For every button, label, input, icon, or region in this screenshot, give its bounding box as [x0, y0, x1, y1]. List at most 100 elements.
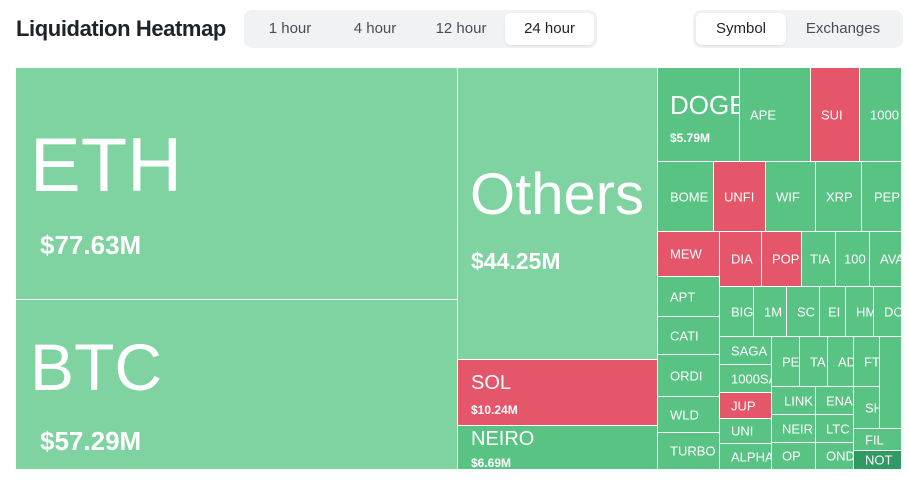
- tile-neir[interactable]: NEIR: [772, 415, 816, 443]
- tile-symbol: PE: [782, 354, 800, 369]
- tile-ordi[interactable]: ORDI: [658, 355, 720, 397]
- tile-symbol: BOME: [670, 189, 709, 204]
- tile-ava[interactable]: AVA: [870, 232, 902, 287]
- tile-symbol: PEPE: [874, 189, 901, 204]
- tile-fil[interactable]: FIL: [854, 429, 902, 451]
- time-option-1h[interactable]: 1 hour: [247, 13, 333, 45]
- liquidation-heatmap: ETH $77.63M BTC $57.29M Others $44.25M S…: [16, 68, 902, 470]
- tile-sol[interactable]: SOL $10.24M: [458, 360, 658, 426]
- tile-do[interactable]: DO: [874, 287, 902, 337]
- tile-1m[interactable]: 1M: [754, 287, 787, 337]
- tile-pepe[interactable]: PEPE: [862, 162, 902, 232]
- tile-ena[interactable]: ENA: [816, 387, 854, 415]
- tile-symbol: NOT: [865, 452, 893, 468]
- tile-symbol: WLD: [670, 407, 699, 422]
- tile-symbol: NEIRO: [471, 428, 535, 450]
- tile-op[interactable]: OP: [772, 443, 816, 470]
- tile-symbol: MEW: [670, 246, 702, 262]
- tile-symbol: WIF: [776, 189, 800, 204]
- tile-symbol: APE: [750, 107, 777, 122]
- view-mode-selector: Symbol Exchanges: [693, 10, 903, 48]
- tile-turbo[interactable]: TURBO: [658, 433, 720, 470]
- tile-symbol: CATI: [670, 328, 699, 343]
- time-option-4h[interactable]: 4 hour: [333, 13, 417, 45]
- tile-neiro[interactable]: NEIRO $6.69M: [458, 426, 658, 470]
- tile-sh[interactable]: SH: [854, 387, 880, 429]
- tile-symbol: DIA: [731, 251, 753, 267]
- tile-pop[interactable]: POP: [762, 232, 802, 287]
- tile-doge[interactable]: DOGE $5.79M: [658, 68, 740, 162]
- tile-apt[interactable]: APT: [658, 277, 720, 317]
- tile-btc[interactable]: BTC $57.29M: [16, 300, 458, 470]
- tile-symbol: SH: [865, 400, 879, 415]
- view-option-exchanges[interactable]: Exchanges: [786, 13, 900, 45]
- tile-not[interactable]: NOT: [854, 451, 902, 470]
- tile-symbol: SUI: [821, 107, 843, 122]
- tile-symbol: FIL: [865, 432, 884, 447]
- tile-symbol: OP: [782, 448, 801, 464]
- tile-symbol: Others: [470, 162, 645, 227]
- tile-jup[interactable]: JUP: [720, 393, 772, 419]
- time-option-24h[interactable]: 24 hour: [505, 13, 594, 45]
- tile-uni[interactable]: UNI: [720, 419, 772, 444]
- tile-symbol: LTC: [826, 421, 850, 436]
- tile-symbol: JUP: [731, 398, 756, 413]
- tile-ad[interactable]: AD: [828, 337, 854, 387]
- tile-link[interactable]: LINK: [772, 387, 816, 415]
- tile-symbol: OND: [826, 448, 854, 464]
- tile-big[interactable]: BIG: [720, 287, 754, 337]
- tile-value: $57.29M: [40, 426, 142, 456]
- time-range-selector: 1 hour 4 hour 12 hour 24 hour: [244, 10, 597, 48]
- tile-hm[interactable]: HM: [846, 287, 874, 337]
- tile-symbol: BTC: [30, 330, 162, 404]
- tile-symbol: 100: [844, 251, 866, 267]
- tile-100[interactable]: 100: [836, 232, 870, 287]
- tile-cati[interactable]: CATI: [658, 317, 720, 355]
- tile-value: $44.25M: [471, 248, 561, 274]
- tile-wif[interactable]: WIF: [766, 162, 816, 232]
- tile-symbol: APT: [670, 289, 696, 304]
- tile-symbol: DO: [884, 304, 902, 319]
- tile-1000[interactable]: 1000: [860, 68, 902, 162]
- tile-wld[interactable]: WLD: [658, 397, 720, 433]
- tile-sui[interactable]: SUI: [811, 68, 860, 162]
- tile-ape[interactable]: APE: [740, 68, 811, 162]
- time-option-12h[interactable]: 12 hour: [417, 13, 505, 45]
- tile-xrp[interactable]: XRP: [816, 162, 862, 232]
- tile-symbol: 1M: [764, 304, 783, 319]
- tile-symbol: ETH: [30, 123, 182, 208]
- tile-symbol: AD: [838, 354, 853, 369]
- tile-alpha[interactable]: ALPHA: [720, 444, 772, 470]
- tile-symbol: 1000: [870, 107, 899, 122]
- tile-ond[interactable]: OND: [816, 443, 854, 470]
- tile-unlabeled-1[interactable]: [880, 337, 902, 429]
- tile-ta[interactable]: TA: [800, 337, 828, 387]
- tile-symbol: POP: [772, 251, 800, 267]
- tile-symbol: EI: [828, 304, 841, 319]
- tile-symbol: BIG: [731, 304, 754, 319]
- tile-dia[interactable]: DIA: [720, 232, 762, 287]
- tile-symbol: XRP: [826, 189, 853, 204]
- tile-ft[interactable]: FT: [854, 337, 880, 387]
- tile-symbol: DOGE: [670, 90, 740, 120]
- tile-symbol: SAGA: [731, 343, 768, 358]
- tile-symbol: ORDI: [670, 368, 703, 383]
- tile-value: $5.79M: [670, 131, 711, 145]
- tile-eth[interactable]: ETH $77.63M: [16, 68, 458, 300]
- tile-ei[interactable]: EI: [820, 287, 846, 337]
- tile-bome[interactable]: BOME: [658, 162, 714, 232]
- tile-symbol: UNI: [731, 423, 754, 439]
- tile-others[interactable]: Others $44.25M: [458, 68, 658, 360]
- tile-symbol: SC: [797, 304, 816, 319]
- tile-sc[interactable]: SC: [787, 287, 820, 337]
- view-option-symbol[interactable]: Symbol: [696, 13, 786, 45]
- tile-tia[interactable]: TIA: [802, 232, 836, 287]
- tile-value: $6.69M: [471, 456, 512, 470]
- tile-1000sa[interactable]: 1000SA: [720, 365, 772, 393]
- tile-unfi[interactable]: UNFI: [714, 162, 766, 232]
- tile-mew[interactable]: MEW: [658, 232, 720, 277]
- tile-symbol: TIA: [810, 251, 831, 267]
- tile-saga[interactable]: SAGA: [720, 337, 772, 365]
- tile-pe[interactable]: PE: [772, 337, 800, 387]
- tile-ltc[interactable]: LTC: [816, 415, 854, 443]
